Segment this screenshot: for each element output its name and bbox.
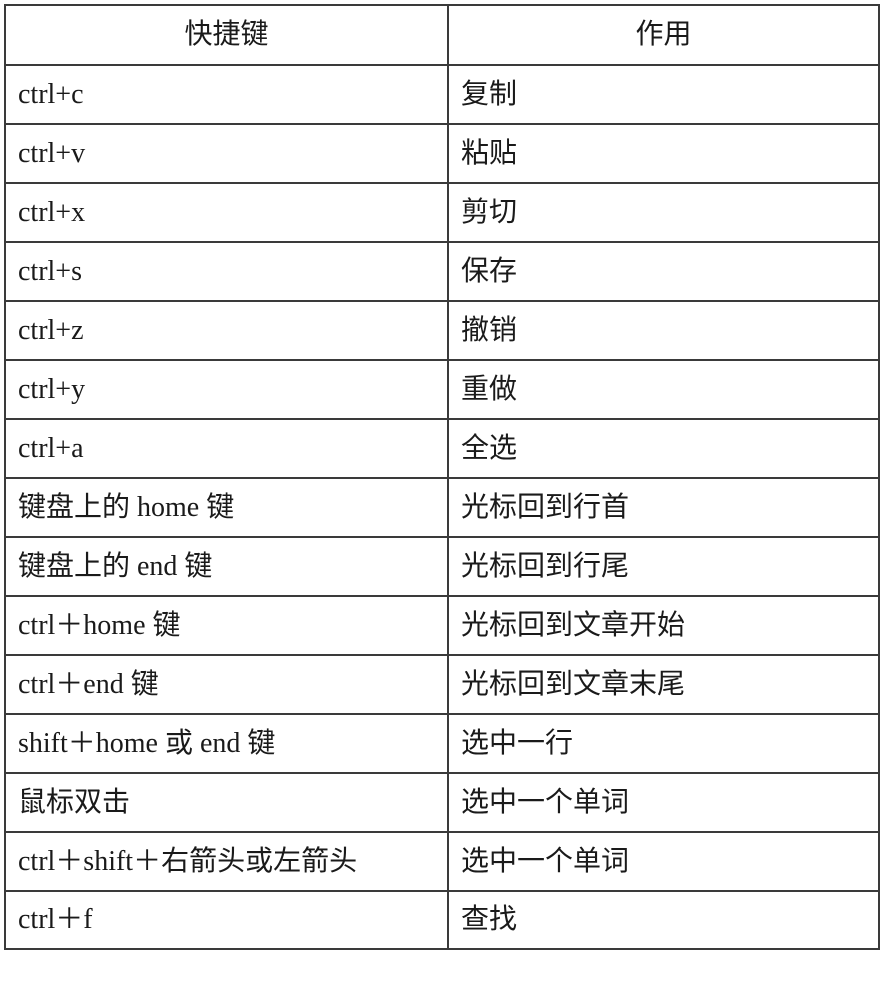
function-cell: 全选	[447, 418, 880, 479]
shortcut-key-cell: 键盘上的 end 键	[4, 536, 449, 597]
shortcut-table: 快捷键 作用 ctrl+c 复制 ctrl+v 粘贴 ctrl+x 剪切 ctr…	[4, 4, 880, 950]
table-row: 鼠标双击 选中一个单词	[4, 772, 880, 833]
table-row: ctrl+z 撤销	[4, 300, 880, 361]
function-cell: 选中一行	[447, 713, 880, 774]
shortcut-key-cell: ctrl+a	[4, 418, 449, 479]
table-row: ctrl+s 保存	[4, 241, 880, 302]
table-row: ctrl＋end 键 光标回到文章末尾	[4, 654, 880, 715]
table-row: ctrl＋home 键 光标回到文章开始	[4, 595, 880, 656]
table-row: ctrl+v 粘贴	[4, 123, 880, 184]
function-cell: 查找	[447, 890, 880, 950]
table-row: ctrl＋f 查找	[4, 890, 880, 950]
shortcut-key-cell: ctrl+y	[4, 359, 449, 420]
table-header-row: 快捷键 作用	[4, 4, 880, 66]
function-cell: 光标回到行首	[447, 477, 880, 538]
shortcut-key-cell: shift＋home 或 end 键	[4, 713, 449, 774]
shortcut-key-cell: ctrl+x	[4, 182, 449, 243]
function-cell: 重做	[447, 359, 880, 420]
shortcut-key-cell: 键盘上的 home 键	[4, 477, 449, 538]
table-row: ctrl＋shift＋右箭头或左箭头 选中一个单词	[4, 831, 880, 892]
shortcut-key-cell: ctrl+s	[4, 241, 449, 302]
shortcut-key-cell: 鼠标双击	[4, 772, 449, 833]
table-row: ctrl+c 复制	[4, 64, 880, 125]
table-row: ctrl+a 全选	[4, 418, 880, 479]
table-row: shift＋home 或 end 键 选中一行	[4, 713, 880, 774]
header-shortcut-key: 快捷键	[4, 4, 449, 66]
function-cell: 撤销	[447, 300, 880, 361]
header-function: 作用	[447, 4, 880, 66]
shortcut-key-cell: ctrl＋f	[4, 890, 449, 950]
function-cell: 粘贴	[447, 123, 880, 184]
shortcut-key-cell: ctrl＋shift＋右箭头或左箭头	[4, 831, 449, 892]
function-cell: 复制	[447, 64, 880, 125]
function-cell: 剪切	[447, 182, 880, 243]
table-row: ctrl+x 剪切	[4, 182, 880, 243]
shortcut-key-cell: ctrl＋home 键	[4, 595, 449, 656]
function-cell: 光标回到文章开始	[447, 595, 880, 656]
table-row: 键盘上的 home 键 光标回到行首	[4, 477, 880, 538]
function-cell: 选中一个单词	[447, 772, 880, 833]
function-cell: 选中一个单词	[447, 831, 880, 892]
table-row: 键盘上的 end 键 光标回到行尾	[4, 536, 880, 597]
shortcut-key-cell: ctrl+c	[4, 64, 449, 125]
function-cell: 光标回到行尾	[447, 536, 880, 597]
shortcut-key-cell: ctrl+v	[4, 123, 449, 184]
table-row: ctrl+y 重做	[4, 359, 880, 420]
function-cell: 保存	[447, 241, 880, 302]
function-cell: 光标回到文章末尾	[447, 654, 880, 715]
shortcut-key-cell: ctrl＋end 键	[4, 654, 449, 715]
shortcut-key-cell: ctrl+z	[4, 300, 449, 361]
document-page: 快捷键 作用 ctrl+c 复制 ctrl+v 粘贴 ctrl+x 剪切 ctr…	[4, 4, 880, 986]
